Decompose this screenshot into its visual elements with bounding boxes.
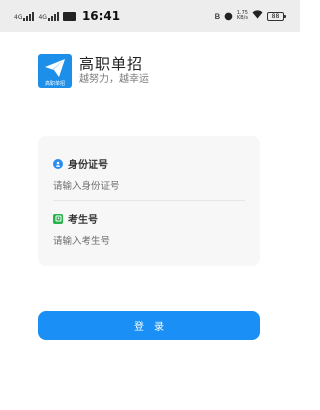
exam-number-label: 考生号 [68,215,98,226]
brand-text: 高职单招 越努力，越幸运 [79,55,149,87]
app-slogan: 越努力，越幸运 [79,74,149,85]
message-icon [62,11,76,21]
signal-network-label: 4G [14,13,23,21]
signal-network-label-2: 4G [38,13,47,21]
signal-icon: 4G [14,11,35,21]
battery-level: 88 [271,12,280,20]
id-number-header: 身份证号 [53,156,245,171]
battery-icon: 88 [267,11,286,21]
id-card-icon [53,213,63,224]
logo-caption: 高职单招 [44,81,65,87]
status-time: 16:41 [81,9,121,23]
status-left: 4G 4G 16:41 [14,9,120,23]
network-speed: 1.75 KB/s [237,11,248,21]
status-right: ʙ ● 1.75 KB/s 88 [214,10,286,22]
id-number-label: 身份证号 [68,160,108,171]
status-bar: 4G 4G 16:41 ʙ ● 1.75 KB/s 88 [0,0,300,32]
exam-number-field: 考生号 [53,211,245,248]
bluetooth-icon: ʙ [214,10,221,22]
alarm-icon: ● [224,10,233,22]
login-button[interactable]: 登录 [38,311,260,340]
app-brand: 高职单招 高职单招 越努力，越幸运 [38,54,149,88]
exam-number-header: 考生号 [53,211,245,226]
person-icon [53,158,63,169]
id-number-field: 身份证号 [53,156,245,193]
paper-plane-icon [45,59,65,77]
id-number-input[interactable] [53,179,243,193]
login-form-card: 身份证号 考生号 [38,136,260,266]
app-title: 高职单招 [79,55,144,73]
network-speed-unit: KB/s [236,15,248,21]
app-logo: 高职单招 [38,54,72,88]
field-divider [53,200,245,201]
wifi-icon [252,10,263,22]
exam-number-input[interactable] [53,234,243,248]
signal-icon-2: 4G [38,11,59,21]
